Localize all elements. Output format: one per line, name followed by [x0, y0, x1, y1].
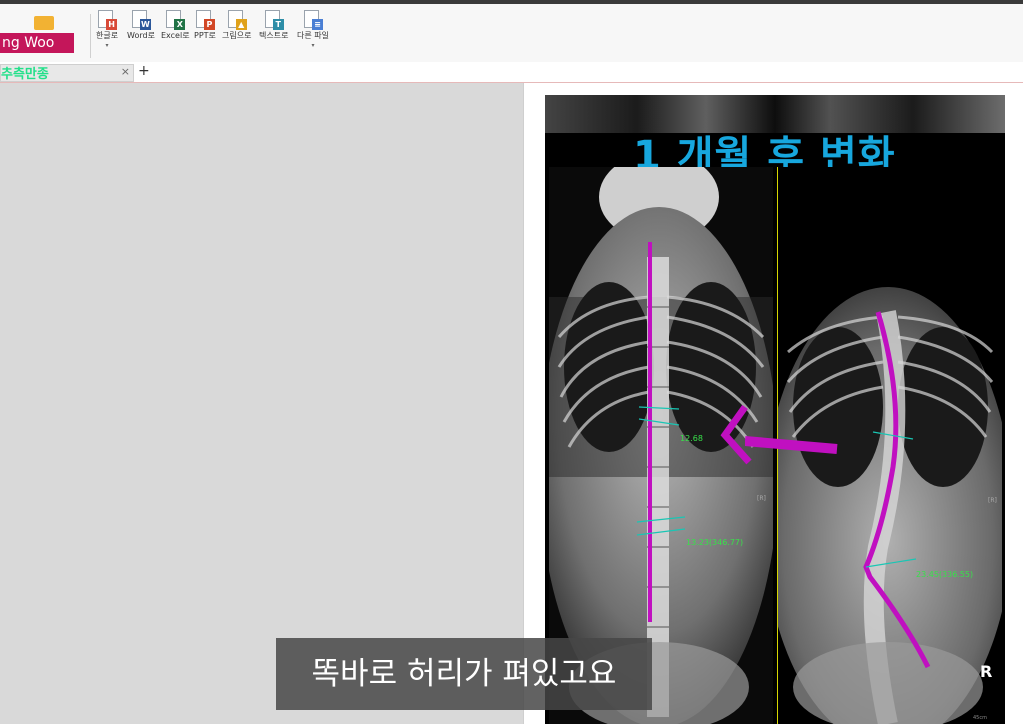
left-measure-1: 12.68: [680, 434, 703, 443]
user-badge: ng Woo: [0, 33, 74, 53]
hwp-icon: H: [106, 19, 118, 30]
right-measure: 23.45(336.55): [916, 570, 973, 579]
convert-other-button[interactable]: ≡ 다른 파일 ▾: [297, 10, 329, 51]
convert-word-button[interactable]: W Word로: [127, 10, 155, 41]
svg-text:[R]: [R]: [988, 497, 997, 504]
convert-text-button[interactable]: T 텍스트로: [259, 10, 288, 41]
tab-label: 추측만종: [1, 67, 49, 82]
ppt-icon: P: [203, 19, 215, 30]
close-tab-icon[interactable]: ×: [121, 65, 130, 78]
excel-icon: X: [174, 19, 186, 30]
other-file-icon: ≡: [311, 19, 323, 30]
video-subtitle: 똑바로 허리가 펴있고요: [276, 638, 652, 710]
tab-bar: 추측만종 ×: [0, 62, 1023, 83]
xray-image: 1 개월 후 변화 12.68 13.23(346.77) [R] 23.45(…: [545, 95, 1005, 724]
svg-text:[R]: [R]: [757, 495, 766, 502]
text-icon: T: [272, 19, 284, 30]
convert-image-button[interactable]: ▲ 그림으로: [222, 10, 251, 41]
side-marker: R: [980, 662, 992, 681]
document-tab[interactable]: 추측만종 ×: [0, 64, 134, 82]
folder-icon[interactable]: [34, 16, 54, 30]
toolbar-ribbon: ng Woo H 한글로 ▾ W Word로 X Excel로 P PPT로 ▲…: [0, 4, 1023, 63]
left-measure-2: 13.23(346.77): [686, 538, 743, 547]
convert-hwp-button[interactable]: H 한글로 ▾: [96, 10, 118, 51]
image-icon: ▲: [235, 19, 247, 30]
ribbon-separator: [90, 14, 91, 58]
convert-excel-button[interactable]: X Excel로: [161, 10, 190, 41]
scale-label: 45cm: [973, 715, 987, 721]
word-icon: W: [139, 19, 151, 30]
comparison-arrow: [745, 436, 838, 454]
add-tab-icon[interactable]: +: [138, 63, 150, 79]
convert-ppt-button[interactable]: P PPT로: [194, 10, 216, 41]
document-left-pane: [0, 83, 524, 724]
